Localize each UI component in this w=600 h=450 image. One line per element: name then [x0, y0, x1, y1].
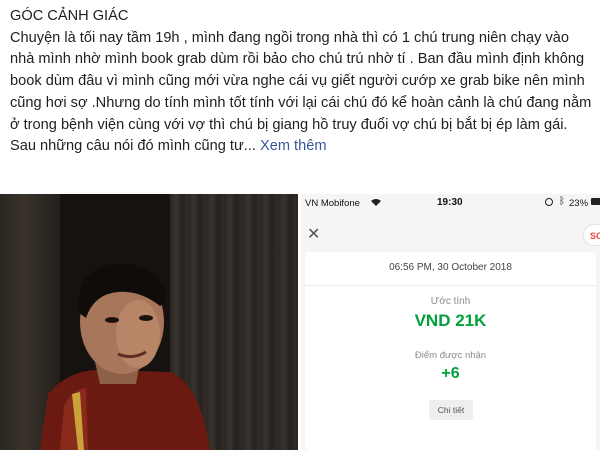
ride-receipt-card: 06:56 PM, 30 October 2018 Ước tính VND 2…: [305, 252, 596, 450]
bluetooth-icon: ᛒ: [559, 196, 565, 207]
status-time: 19:30: [437, 197, 463, 208]
divider: [305, 285, 596, 286]
battery-percent: 23%: [569, 198, 589, 209]
location-icon: [545, 198, 553, 206]
person-figure: [40, 263, 210, 450]
ride-datetime: 06:56 PM, 30 October 2018: [389, 262, 512, 273]
fare-value: VND 21K: [414, 311, 487, 330]
grab-app-screenshot: VN Mobifone 19:30 ᛒ 23% ✕ SO 06:56 PM, 3…: [301, 194, 600, 450]
man-photo[interactable]: [0, 194, 298, 450]
status-bar: VN Mobifone 19:30 ᛒ 23%: [301, 194, 600, 214]
post-text: GÓC CẢNH GIÁC Chuyện là tối nay tầm 19h …: [10, 6, 592, 158]
close-icon[interactable]: ✕: [307, 227, 320, 243]
wifi-icon: [371, 199, 381, 206]
see-more-link[interactable]: Xem thêm: [260, 138, 327, 154]
points-value: +6: [441, 365, 460, 382]
post-body: Chuyện là tối nay tầm 19h , mình đang ng…: [10, 28, 592, 158]
post-body-text: Chuyện là tối nay tầm 19h , mình đang ng…: [10, 29, 592, 155]
fare-label: Ước tính: [430, 296, 471, 307]
carrier-label: VN Mobifone: [305, 198, 360, 209]
battery-icon: [591, 198, 600, 205]
support-button[interactable]: SO: [583, 224, 600, 246]
details-button[interactable]: Chi tiết: [429, 400, 473, 420]
points-label: Điểm được nhận: [414, 350, 487, 361]
post-title: GÓC CẢNH GIÁC: [10, 8, 129, 24]
